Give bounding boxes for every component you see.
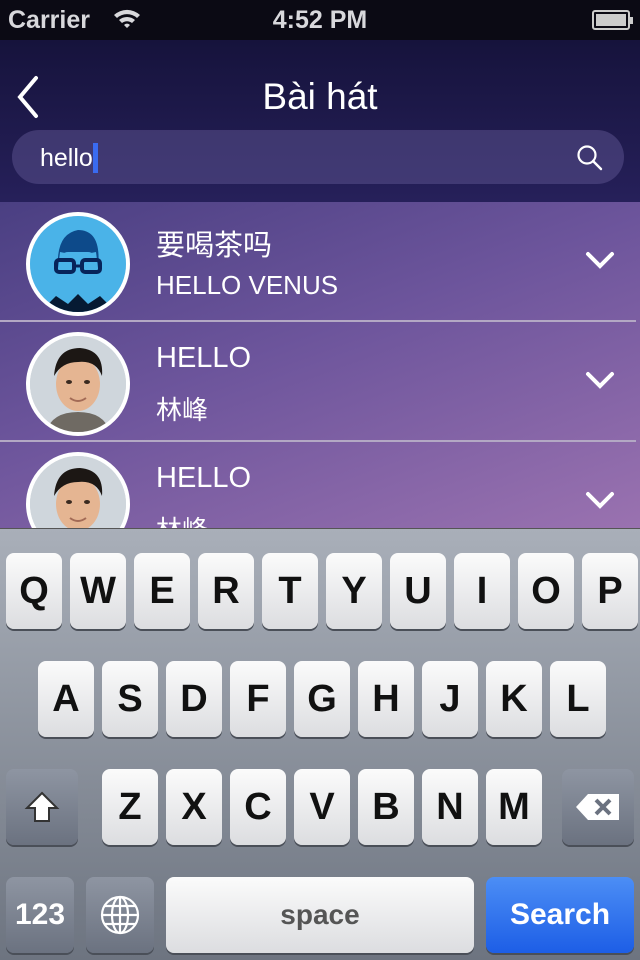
key-n[interactable]: N xyxy=(422,769,478,845)
list-item[interactable]: 要喝茶吗 HELLO VENUS xyxy=(0,202,636,322)
nav-header: Bài hát hello xyxy=(0,40,640,202)
key-z[interactable]: Z xyxy=(102,769,158,845)
chevron-down-icon[interactable] xyxy=(585,490,615,510)
song-artist: 林峰 xyxy=(156,395,209,425)
key-d[interactable]: D xyxy=(166,661,222,737)
results-list[interactable]: 要喝茶吗 HELLO VENUS HELLO 林峰 HELLO 林峰 xyxy=(0,202,640,528)
search-value: hello xyxy=(40,144,93,172)
backspace-icon xyxy=(576,794,619,820)
key-f[interactable]: F xyxy=(230,661,286,737)
shift-key[interactable] xyxy=(6,769,78,845)
status-bar: Carrier 4:52 PM xyxy=(0,0,640,40)
song-title: 要喝茶吗 xyxy=(156,230,273,262)
song-title: HELLO xyxy=(156,342,252,374)
avatar xyxy=(26,452,130,528)
key-x[interactable]: X xyxy=(166,769,222,845)
key-m[interactable]: M xyxy=(486,769,542,845)
backspace-key[interactable] xyxy=(562,769,634,845)
key-q[interactable]: Q xyxy=(6,553,62,629)
numbers-key[interactable]: 123 xyxy=(6,877,74,953)
page-title: Bài hát xyxy=(262,76,378,117)
key-l[interactable]: L xyxy=(550,661,606,737)
list-item[interactable]: HELLO 林峰 xyxy=(0,322,636,442)
song-title: HELLO xyxy=(156,462,252,494)
key-a[interactable]: A xyxy=(38,661,94,737)
key-o[interactable]: O xyxy=(518,553,574,629)
key-j[interactable]: J xyxy=(422,661,478,737)
chevron-down-icon[interactable] xyxy=(585,370,615,390)
battery-icon xyxy=(592,10,633,30)
globe-key[interactable] xyxy=(86,877,154,953)
key-k[interactable]: K xyxy=(486,661,542,737)
search-input[interactable]: hello xyxy=(12,130,624,184)
avatar xyxy=(26,212,130,316)
key-r[interactable]: R xyxy=(198,553,254,629)
clock: 4:52 PM xyxy=(272,6,368,34)
list-item[interactable]: HELLO 林峰 xyxy=(0,442,636,528)
chevron-down-icon[interactable] xyxy=(585,250,615,270)
text-caret xyxy=(92,143,98,173)
key-b[interactable]: B xyxy=(358,769,414,845)
key-h[interactable]: H xyxy=(358,661,414,737)
key-w[interactable]: W xyxy=(70,553,126,629)
key-s[interactable]: S xyxy=(102,661,158,737)
key-g[interactable]: G xyxy=(294,661,350,737)
key-u[interactable]: U xyxy=(390,553,446,629)
key-i[interactable]: I xyxy=(454,553,510,629)
search-key[interactable]: Search xyxy=(486,877,634,953)
space-key[interactable]: space xyxy=(166,877,474,953)
shift-icon xyxy=(24,791,60,822)
key-y[interactable]: Y xyxy=(326,553,382,629)
song-artist: HELLO VENUS xyxy=(156,270,339,300)
keyboard: Q W E R T Y U I O P A S D F G H J K L Z X C V B N M 123 space Search xyxy=(0,528,640,960)
avatar xyxy=(26,332,130,436)
globe-icon xyxy=(100,895,140,935)
key-c[interactable]: C xyxy=(230,769,286,845)
key-t[interactable]: T xyxy=(262,553,318,629)
search-icon[interactable] xyxy=(576,144,604,172)
key-e[interactable]: E xyxy=(134,553,190,629)
song-artist: 林峰 xyxy=(156,510,208,528)
key-p[interactable]: P xyxy=(582,553,638,629)
key-v[interactable]: V xyxy=(294,769,350,845)
